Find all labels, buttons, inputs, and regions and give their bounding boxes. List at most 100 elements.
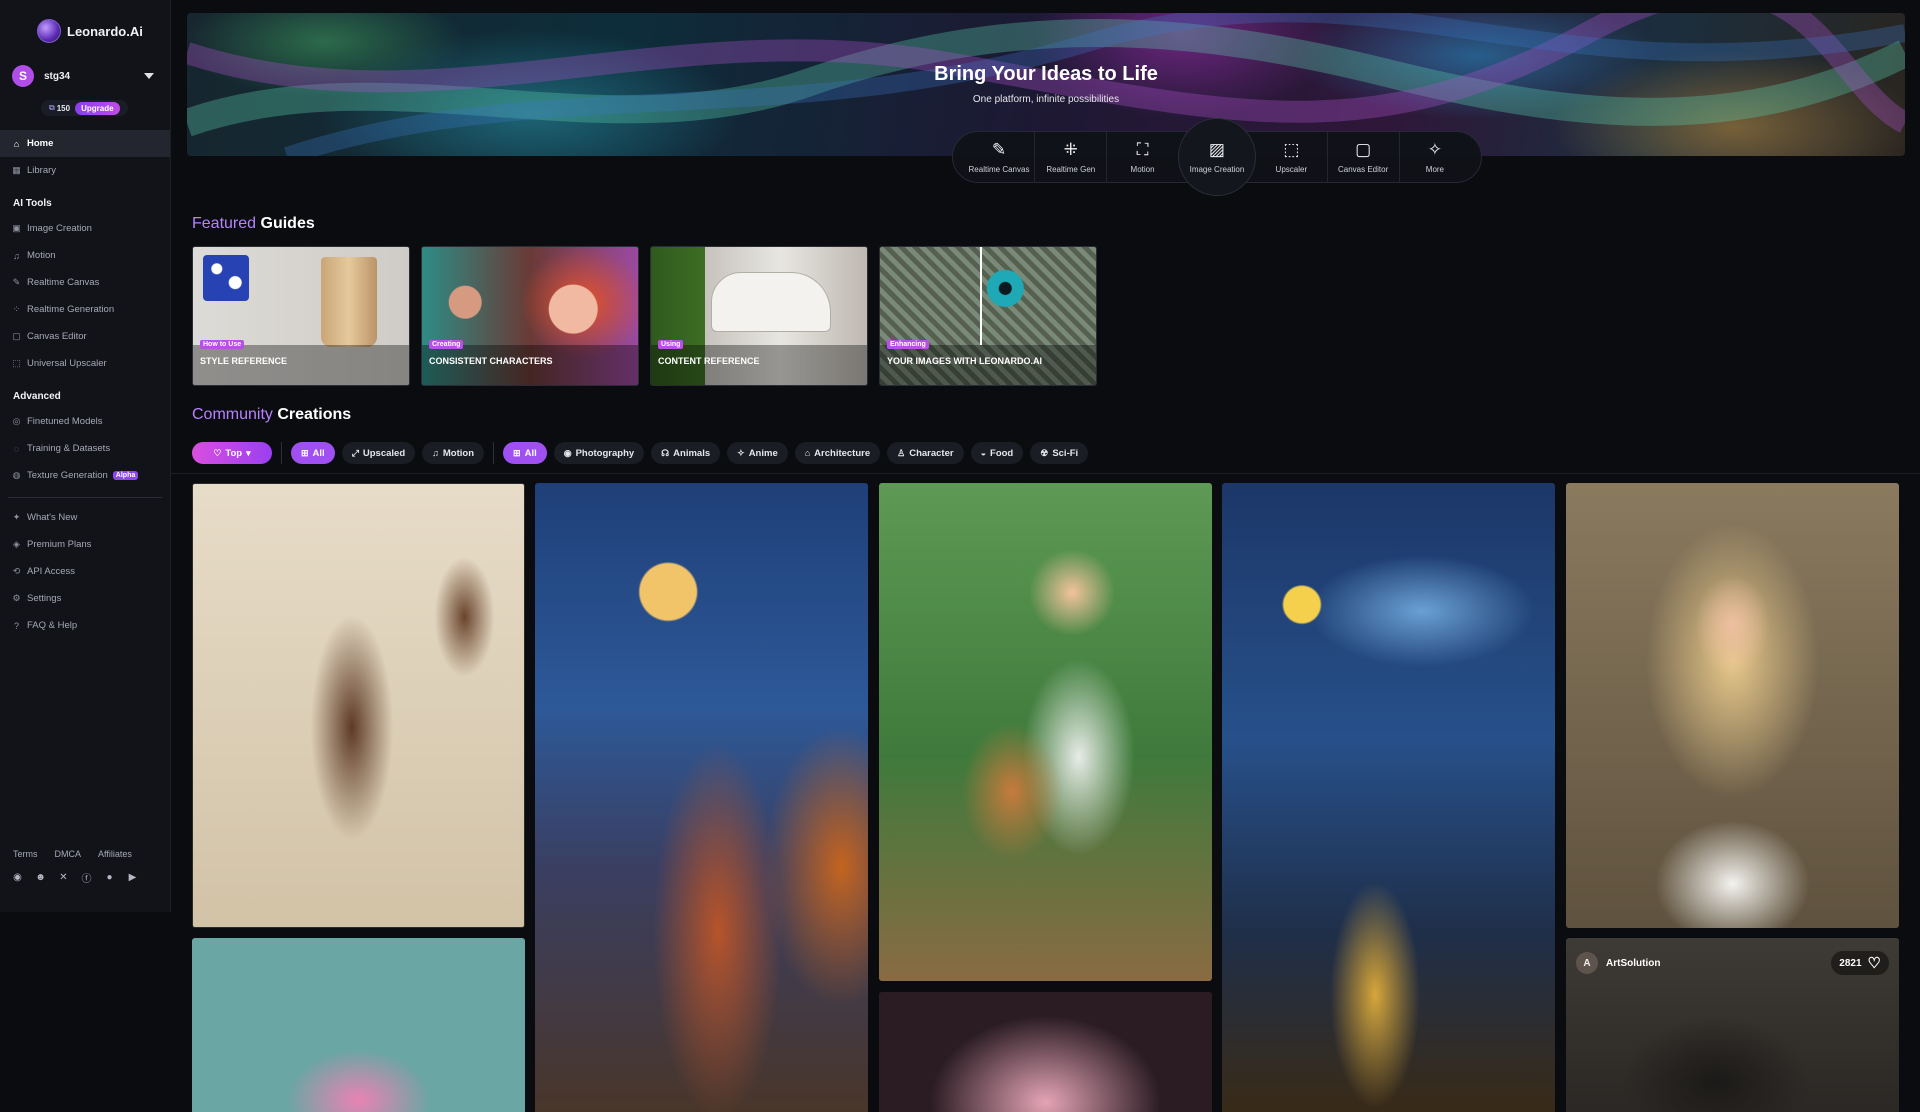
user-menu[interactable]: S stg34 bbox=[0, 50, 170, 90]
upgrade-button[interactable]: Upgrade bbox=[75, 101, 120, 115]
guide-badge: Creating bbox=[429, 340, 464, 349]
brush-icon: ✎ bbox=[991, 140, 1007, 159]
guide-card[interactable]: Using CONTENT REFERENCE bbox=[650, 246, 868, 386]
tool-image-creation[interactable]: ▨ Image Creation bbox=[1177, 118, 1256, 196]
heart-icon: ♡ bbox=[1867, 955, 1881, 972]
community-image[interactable] bbox=[879, 992, 1212, 1112]
filter-food[interactable]: ◒ Food bbox=[970, 442, 1024, 464]
guide-title: CONTENT REFERENCE bbox=[658, 356, 760, 366]
affiliates-link[interactable]: Affiliates bbox=[98, 849, 132, 859]
filter-character[interactable]: ♙ Character bbox=[887, 442, 964, 464]
sidebar-item-library[interactable]: ▦ Library bbox=[0, 157, 170, 184]
guide-card[interactable]: How to Use STYLE REFERENCE bbox=[192, 246, 410, 386]
sidebar-item-label: Training & Datasets bbox=[27, 443, 111, 454]
dmca-link[interactable]: DMCA bbox=[55, 849, 82, 859]
divider bbox=[1398, 132, 1400, 182]
filter-label: Animals bbox=[673, 447, 711, 459]
sidebar-item-label: What's New bbox=[27, 512, 78, 523]
upscale-icon: ⬚ bbox=[12, 358, 21, 368]
sidebar-item-api-access[interactable]: ⟲ API Access bbox=[0, 558, 170, 585]
community-image-card[interactable]: A ArtSolution 2821 ♡ bbox=[1566, 938, 1899, 1112]
community-image[interactable] bbox=[192, 938, 525, 1112]
like-button[interactable]: 2821 ♡ bbox=[1831, 951, 1889, 975]
sidebar-item-realtime-canvas[interactable]: ✎ Realtime Canvas bbox=[0, 269, 170, 296]
sidebar-item-label: Settings bbox=[27, 593, 62, 604]
guide-card[interactable]: Enhancing YOUR IMAGES WITH LEONARDO.AI bbox=[879, 246, 1097, 386]
sidebar-item-home[interactable]: ⌂ Home bbox=[0, 130, 170, 157]
filter-divider-line bbox=[171, 473, 1920, 474]
apple-icon[interactable]: ● bbox=[104, 872, 115, 883]
grid-icon: ⊞ bbox=[513, 447, 521, 458]
sidebar-item-label: Texture Generation bbox=[27, 470, 108, 481]
robot-icon: ☢ bbox=[1040, 447, 1049, 458]
filter-label: Sci-Fi bbox=[1052, 447, 1079, 459]
heading-text: Creations bbox=[277, 406, 352, 423]
leonardo-logo-icon bbox=[37, 19, 61, 43]
card-header: A ArtSolution 2821 ♡ bbox=[1566, 938, 1899, 988]
brand[interactable]: Leonardo.Ai bbox=[0, 0, 170, 50]
reddit-icon[interactable]: ☻ bbox=[35, 872, 46, 883]
image-icon: ▨ bbox=[1208, 140, 1225, 159]
divider bbox=[281, 442, 282, 464]
x-icon[interactable]: ✕ bbox=[58, 872, 69, 883]
sidebar-item-faq-help[interactable]: ? FAQ & Help bbox=[0, 612, 170, 639]
filter-motion[interactable]: ♫ Motion bbox=[422, 442, 485, 464]
filter-sci-fi[interactable]: ☢ Sci-Fi bbox=[1030, 442, 1089, 464]
filter-anime[interactable]: ✧ Anime bbox=[727, 442, 788, 464]
sidebar-item-texture-generation[interactable]: ◍ Texture Generation Alpha bbox=[0, 462, 170, 489]
chevron-down-icon[interactable] bbox=[144, 73, 154, 79]
sidebar-item-finetuned-models[interactable]: ◎ Finetuned Models bbox=[0, 408, 170, 435]
play-store-icon[interactable]: ▶ bbox=[127, 872, 138, 883]
guides-row: How to Use STYLE REFERENCE Creating CONS… bbox=[192, 246, 1097, 386]
community-image[interactable] bbox=[1566, 483, 1899, 928]
sidebar-item-premium-plans[interactable]: ◈ Premium Plans bbox=[0, 531, 170, 558]
community-image[interactable] bbox=[1222, 483, 1555, 1112]
avatar: S bbox=[12, 65, 34, 87]
filter-architecture[interactable]: ⌂ Architecture bbox=[794, 442, 881, 464]
card-user[interactable]: A ArtSolution bbox=[1576, 952, 1660, 974]
divider bbox=[1106, 132, 1108, 182]
tool-label: Realtime Canvas bbox=[968, 165, 1030, 174]
guide-card[interactable]: Creating CONSISTENT CHARACTERS bbox=[421, 246, 639, 386]
community-image[interactable] bbox=[192, 483, 525, 928]
sidebar-item-training-datasets[interactable]: ◌ Training & Datasets bbox=[0, 435, 170, 462]
sidebar-item-universal-upscaler[interactable]: ⬚ Universal Upscaler bbox=[0, 350, 170, 377]
ai-tools-heading: AI Tools bbox=[13, 198, 52, 209]
heading-text: Guides bbox=[260, 215, 315, 232]
terms-link[interactable]: Terms bbox=[13, 849, 38, 859]
filter-photography[interactable]: ◉ Photography bbox=[553, 442, 645, 464]
divider bbox=[493, 442, 495, 464]
community-image[interactable] bbox=[535, 483, 868, 1112]
tool-more[interactable]: ✧ More bbox=[1401, 140, 1469, 174]
sidebar-item-realtime-generation[interactable]: ⁘ Realtime Generation bbox=[0, 296, 170, 323]
heading-accent: Featured bbox=[192, 215, 257, 232]
sidebar-item-image-creation[interactable]: ▣ Image Creation bbox=[0, 215, 170, 242]
filter-all-types[interactable]: ⊞ All bbox=[291, 442, 335, 464]
building-icon: ⌂ bbox=[804, 448, 811, 458]
filter-animals[interactable]: ☊ Animals bbox=[651, 442, 721, 464]
filter-upscaled[interactable]: ⤢ Upscaled bbox=[341, 442, 416, 464]
grid-icon: ⁜ bbox=[1063, 140, 1078, 159]
guide-title: CONSISTENT CHARACTERS bbox=[429, 356, 553, 366]
tool-canvas-editor[interactable]: ▢ Canvas Editor bbox=[1329, 140, 1397, 174]
token-count: 150 bbox=[56, 103, 71, 113]
tool-upscaler[interactable]: ⬚ Upscaler bbox=[1257, 140, 1325, 174]
sidebar-item-label: Universal Upscaler bbox=[27, 358, 107, 369]
community-image[interactable] bbox=[879, 483, 1212, 981]
tool-motion[interactable]: ⛶ Motion bbox=[1109, 140, 1177, 174]
chevron-down-icon: ▾ bbox=[246, 447, 251, 458]
sort-dropdown[interactable]: ♡ Top ▾ bbox=[192, 442, 272, 464]
guide-badge: Enhancing bbox=[887, 340, 929, 349]
facebook-icon[interactable]: ⓕ bbox=[81, 872, 92, 885]
tool-realtime-canvas[interactable]: ✎ Realtime Canvas bbox=[965, 140, 1033, 174]
sidebar-item-settings[interactable]: ⚙ Settings bbox=[0, 585, 170, 612]
sidebar-nav: ⌂ Home ▦ Library AI Tools ▣ Image Creati… bbox=[0, 130, 170, 639]
tool-realtime-gen[interactable]: ⁜ Realtime Gen bbox=[1037, 140, 1105, 174]
sidebar-item-motion[interactable]: ♫ Motion bbox=[0, 242, 170, 269]
filter-all-categories[interactable]: ⊞ All bbox=[503, 442, 547, 464]
discord-icon[interactable]: ◉ bbox=[12, 872, 23, 883]
sidebar-item-canvas-editor[interactable]: ▢ Canvas Editor bbox=[0, 323, 170, 350]
filter-label: Architecture bbox=[814, 447, 871, 459]
divider bbox=[1326, 132, 1328, 182]
sidebar-item-whats-new[interactable]: ✦ What's New bbox=[0, 504, 170, 531]
